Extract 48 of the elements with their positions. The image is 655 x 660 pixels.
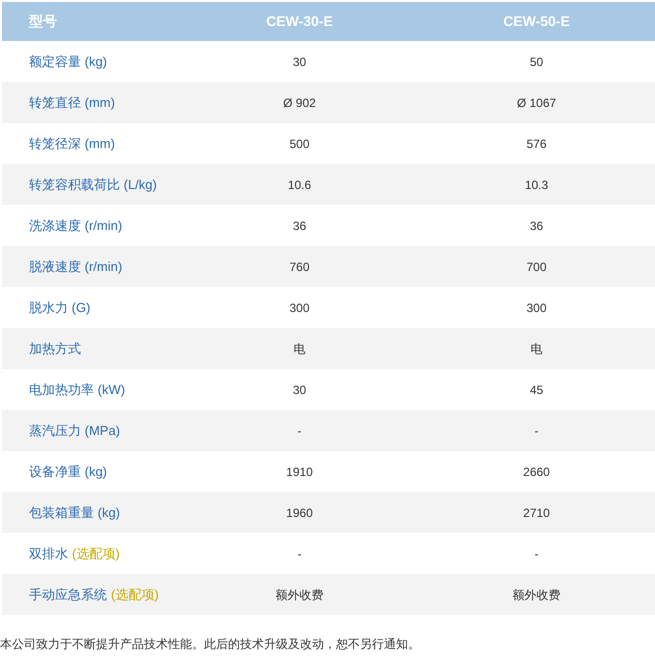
table-cell: 30: [292, 54, 306, 68]
table-cell: 额外收费: [276, 588, 324, 602]
table-cell: 700: [526, 260, 547, 274]
table-cell: Ø 902: [283, 96, 316, 110]
row-label: 电加热功率 (kW): [29, 380, 126, 399]
table-cell: Ø 1067: [516, 96, 556, 110]
table-cell: 10.3: [524, 178, 548, 192]
row-label: 额定容量 (kg): [29, 52, 107, 71]
column-header: CEW-50-E: [502, 12, 571, 31]
table-cell: 10.6: [288, 178, 312, 192]
row-label: 转笼径深 (mm): [29, 134, 115, 153]
row-label: 转笼容积载荷比 (L/kg): [29, 176, 157, 194]
table-cell: -: [534, 546, 538, 560]
table-cell: 500: [289, 136, 310, 150]
row-label: 设备净重 (kg): [29, 462, 107, 481]
table-cell: 30: [292, 382, 306, 396]
row-label: 转笼直径 (mm): [29, 94, 115, 112]
row-label: 手动应急系统: [29, 586, 107, 604]
table-cell: -: [298, 424, 302, 438]
table-cell: 电: [530, 342, 542, 356]
row-label: 洗涤速度 (r/min): [29, 216, 122, 235]
option-note: (选配项): [111, 586, 159, 604]
table-cell: 760: [289, 260, 310, 274]
footnote: 本公司致力于不断提升产品技术性能。此后的技术升级及改动，恕不另行通知。: [0, 636, 421, 653]
table-cell: 额外收费: [512, 588, 560, 602]
table-cell: -: [298, 546, 302, 560]
column-header: CEW-30-E: [265, 12, 334, 31]
column-header: 型号: [28, 12, 58, 31]
row-label: 脱液速度 (r/min): [29, 258, 122, 276]
row-label: 脱水力 (G): [29, 298, 90, 317]
table-cell: 1910: [286, 464, 313, 478]
table-cell: 300: [289, 300, 310, 314]
table-cell: 50: [530, 54, 544, 68]
table-cell: 300: [526, 300, 547, 314]
table-cell: 36: [292, 218, 306, 232]
table-cell: 1960: [286, 506, 313, 520]
table-cell: 电: [294, 342, 306, 356]
option-note: (选配项): [72, 544, 120, 563]
table-cell: 2660: [523, 464, 550, 478]
table-cell: 36: [530, 218, 544, 232]
row-label: 双排水: [29, 544, 68, 563]
table-cell: 576: [526, 136, 547, 150]
table-cell: -: [534, 424, 538, 438]
table-cell: 45: [530, 382, 544, 396]
row-label: 包装箱重量 (kg): [29, 504, 120, 522]
row-label: 加热方式: [29, 340, 81, 358]
table-cell: 2710: [523, 506, 550, 520]
row-label: 蒸汽压力 (MPa): [29, 422, 120, 440]
